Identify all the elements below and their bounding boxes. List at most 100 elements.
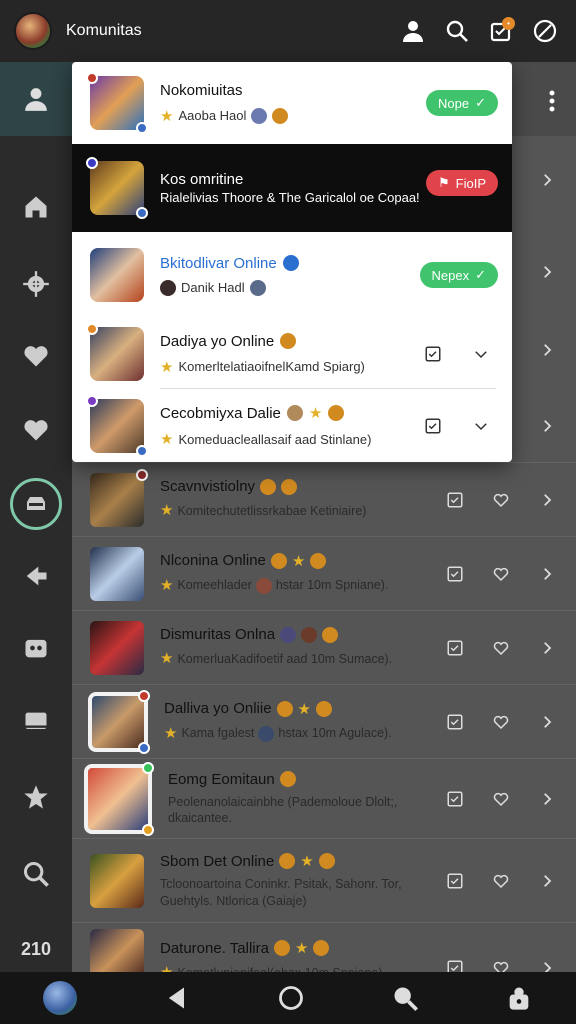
badge-icon [281, 478, 298, 495]
popup-item-featured[interactable]: Kos omritine Rialelivias Thoore & The Ga… [72, 144, 512, 232]
item-name: Dalliva yo Onliie [164, 700, 272, 718]
game-thumbnail [90, 853, 144, 908]
app-avatar[interactable] [14, 12, 52, 50]
lock-person-icon[interactable] [505, 984, 533, 1012]
checkbox-icon[interactable] [424, 417, 442, 435]
inbox-tray-icon[interactable] [10, 478, 62, 530]
home-circle-icon[interactable] [277, 984, 305, 1012]
join-button-label: Nope [438, 95, 470, 111]
heart-outline-icon[interactable] [492, 565, 510, 583]
item-subtitle: Peolenanolaicainbhe (Pademoloue Dlolt;, … [168, 794, 398, 825]
join-button[interactable]: Nepex ✓ [419, 262, 498, 288]
popup-item[interactable]: Bkitodlivar Online Danik Hadl Nepex ✓ [72, 232, 512, 318]
back-arrow-icon[interactable] [0, 554, 72, 598]
chevron-right-icon[interactable] [538, 417, 556, 435]
item-subtitle: Danik Hadl [181, 280, 245, 295]
verified-icon [282, 255, 299, 271]
block-icon[interactable] [528, 14, 562, 48]
search-icon[interactable] [391, 984, 419, 1012]
checkbox-icon[interactable] [446, 790, 464, 808]
game-thumbnail [90, 468, 148, 527]
list-row[interactable]: Eomg Eomitaun Peolenanolaicainbhe (Padem… [72, 758, 576, 838]
item-subtitle-extra: hstax 10m Agulace). [278, 726, 392, 741]
notifications-icon[interactable]: • [484, 14, 518, 48]
chevron-right-icon[interactable] [538, 341, 556, 359]
star-icon: ★ [160, 650, 174, 668]
popup-item[interactable]: Nokomiuitas ★ Aaoba Haol Nope ✓ [72, 62, 512, 144]
globe-icon [258, 725, 275, 742]
badge-icon [270, 552, 287, 569]
badge-icon [279, 853, 296, 870]
list-row[interactable]: Nlconina Online ★ ★ Komeehlader hstar 10m S… [72, 536, 576, 610]
chevron-right-icon[interactable] [538, 565, 556, 583]
game-thumbnail [84, 761, 154, 836]
chevron-right-icon[interactable] [538, 491, 556, 509]
checkbox-icon[interactable] [446, 713, 464, 731]
badge-icon [310, 552, 327, 569]
avatar-icon [255, 577, 272, 594]
badge-icon [322, 626, 339, 643]
search-icon[interactable] [440, 14, 474, 48]
robot-icon[interactable] [0, 626, 72, 670]
back-icon[interactable] [163, 984, 191, 1012]
chevron-right-icon[interactable] [538, 639, 556, 657]
game-thumbnail [86, 323, 144, 381]
chevron-right-icon[interactable] [538, 263, 556, 281]
laptop-icon[interactable] [0, 700, 72, 744]
item-name: Eomg Eomitaun [168, 770, 275, 788]
join-button[interactable]: Nope ✓ [426, 90, 498, 116]
star-icon: ★ [160, 107, 174, 125]
search-icon[interactable] [0, 852, 72, 896]
popup-item[interactable]: Cecobmiyxa Dalie ★ ★ Komeduacleallasaif aa… [72, 390, 512, 462]
star-icon[interactable] [0, 775, 72, 819]
avatar-icon [286, 405, 303, 421]
settings-icon[interactable] [0, 262, 72, 306]
star-icon: ★ [160, 431, 174, 448]
navigation-rail: 210 [0, 62, 72, 972]
checkbox-icon[interactable] [446, 639, 464, 657]
checkbox-icon[interactable] [446, 491, 464, 509]
item-name: Bkitodlivar Online [160, 254, 277, 272]
chevron-down-icon[interactable] [472, 345, 490, 363]
avatar-icon [160, 279, 176, 296]
list-row[interactable]: Dalliva yo Onliie ★ ★ Kama fgalest hstax 10… [72, 684, 576, 758]
chevron-right-icon[interactable] [538, 171, 556, 189]
list-row[interactable]: Scavnvistiolny ★ Komitechutetlissrkabae K… [72, 462, 576, 536]
report-button[interactable]: ⚑ FioIP [426, 170, 498, 196]
heart-icon[interactable] [0, 334, 72, 378]
more-options-icon[interactable] [548, 90, 556, 112]
badge-icon [273, 940, 290, 956]
item-subtitle: Komeduacleallasaif aad Stinlane) [178, 431, 372, 447]
checkbox-icon[interactable] [446, 565, 464, 583]
popup-item[interactable]: Dadiya yo Online ★ KomerltelatiaoifnelKam… [72, 318, 512, 390]
heart-outline-icon[interactable] [492, 713, 510, 731]
star-icon: ★ [160, 358, 174, 376]
heart-outline-icon[interactable] [492, 872, 510, 890]
game-thumbnail [90, 620, 144, 675]
item-name-row: Bkitodlivar Online [160, 255, 420, 272]
list-row[interactable]: Daturone. Tallira★ ★Kometlunienifeal(aha… [72, 922, 576, 983]
game-thumbnail [86, 395, 148, 457]
checkbox-icon[interactable] [446, 872, 464, 890]
globe-icon[interactable] [43, 981, 77, 1015]
heart-outline-icon[interactable] [492, 491, 510, 509]
badge-icon [328, 405, 345, 421]
list-row[interactable]: Dismuritas Onlna ★ KomerluaKadifoetif aad… [72, 610, 576, 684]
heart-outline-icon[interactable] [492, 790, 510, 808]
rail-profile-button[interactable] [0, 62, 72, 136]
checkbox-icon[interactable] [424, 345, 442, 363]
badge-icon [260, 478, 277, 495]
flag-icon: ⚑ [438, 175, 450, 190]
item-name: Scavnvistiolny [160, 478, 256, 496]
chevron-right-icon[interactable] [538, 872, 556, 890]
chevron-down-icon[interactable] [472, 417, 490, 435]
game-thumbnail [90, 546, 144, 601]
list-row[interactable]: Sbom Det Online ★ Tcloonoartoina Coninkr.… [72, 838, 576, 922]
home-icon[interactable] [0, 185, 72, 229]
avatar-icon [280, 626, 297, 643]
chevron-right-icon[interactable] [538, 713, 556, 731]
heart-outline-icon[interactable] [492, 639, 510, 657]
heart-icon[interactable] [0, 408, 72, 452]
chevron-right-icon[interactable] [538, 790, 556, 808]
profile-icon[interactable] [396, 14, 430, 48]
